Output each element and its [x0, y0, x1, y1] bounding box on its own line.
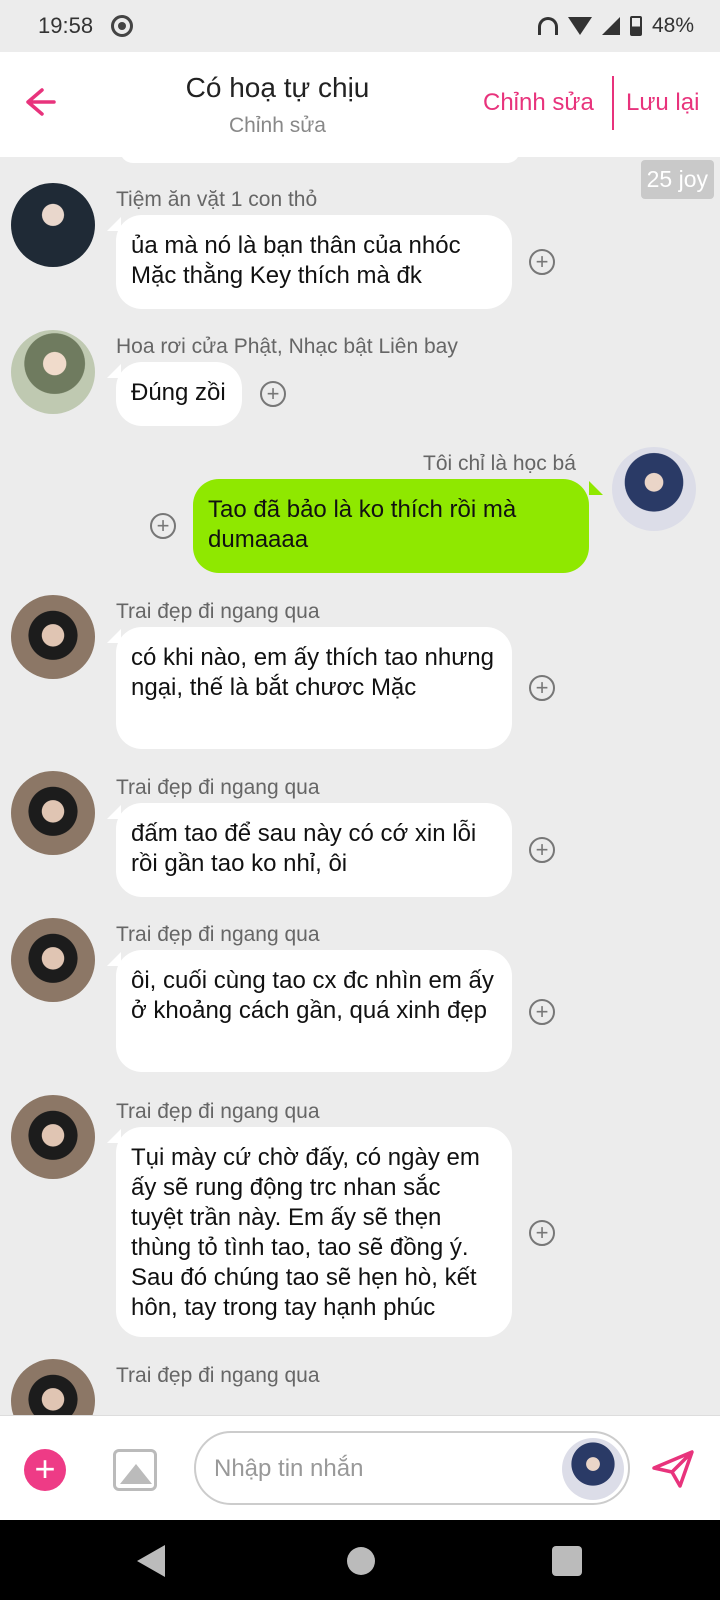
composer-bar: + Nhập tin nhắn — [0, 1415, 720, 1520]
add-button[interactable]: + — [24, 1449, 66, 1491]
headphones-icon — [537, 17, 558, 35]
message-bubble[interactable]: ôi, cuối cùng tao cx đc nhìn em ấy ở kho… — [116, 950, 512, 1072]
avatar[interactable] — [11, 595, 95, 679]
add-reaction-icon[interactable]: + — [260, 381, 286, 407]
image-icon[interactable] — [113, 1449, 157, 1491]
chat-header: Có hoạ tự chịu Chỉnh sửa Chỉnh sửa Lưu l… — [0, 52, 720, 157]
avatar[interactable] — [11, 1359, 95, 1415]
bubble-tail — [589, 481, 603, 495]
message-input-placeholder: Nhập tin nhắn — [214, 1455, 364, 1482]
message-bubble[interactable]: có khi nào, em ấy thích tao nhưng ngại, … — [116, 627, 512, 749]
status-bar: 19:58 48% — [0, 0, 720, 52]
page-subtitle: Chỉnh sửa — [229, 114, 326, 137]
add-reaction-icon[interactable]: + — [529, 675, 555, 701]
header-divider — [612, 76, 614, 130]
save-button[interactable]: Lưu lại — [626, 89, 699, 117]
add-reaction-icon[interactable]: + — [529, 249, 555, 275]
nav-home-icon[interactable] — [347, 1547, 375, 1575]
cell-signal-icon — [601, 17, 620, 35]
add-reaction-icon[interactable]: + — [529, 999, 555, 1025]
avatar[interactable] — [11, 918, 95, 1002]
sender-name: Hoa rơi cửa Phật, Nhạc bật Liên bay — [116, 335, 458, 358]
avatar[interactable] — [612, 447, 696, 531]
mountain-shape — [120, 1464, 152, 1484]
avatar[interactable] — [11, 183, 95, 267]
message-bubble[interactable]: Tụi mày cứ chờ đấy, có ngày em ấy sẽ run… — [116, 1127, 512, 1337]
battery-percent: 48% — [651, 14, 694, 37]
sender-name: Tiệm ăn vặt 1 con thỏ — [116, 188, 318, 211]
sender-name: Trai đẹp đi ngang qua — [116, 1100, 320, 1123]
nav-back-icon[interactable] — [137, 1545, 165, 1577]
add-reaction-icon[interactable]: + — [529, 837, 555, 863]
status-right: 48% — [537, 14, 694, 38]
wifi-icon — [567, 17, 592, 35]
message-bubble[interactable]: ủa mà nó là bạn thân của nhóc Mặc thằng … — [116, 215, 512, 309]
page-title: Có hoạ tự chịu — [185, 72, 370, 103]
edit-button[interactable]: Chỉnh sửa — [483, 89, 594, 117]
battery-icon — [629, 16, 642, 36]
message-input[interactable]: Nhập tin nhắn — [194, 1431, 630, 1505]
character-avatar-selector[interactable] — [562, 1438, 624, 1500]
sender-name: Trai đẹp đi ngang qua — [116, 923, 320, 946]
eye-icon — [111, 15, 134, 37]
status-time: 19:58 — [38, 13, 94, 38]
joy-badge: 25 joy — [640, 160, 714, 199]
previous-bubble-edge — [120, 157, 520, 163]
sender-name: Tôi chỉ là học bá — [423, 452, 576, 475]
message-bubble[interactable]: Tao đã bảo là ko thích rồi mà dumaaaa — [193, 479, 589, 573]
sender-name: Trai đẹp đi ngang qua — [116, 600, 320, 623]
send-icon[interactable] — [650, 1446, 696, 1492]
back-arrow-icon[interactable] — [22, 84, 62, 124]
chat-list[interactable]: 25 joy Tiệm ăn vặt 1 con thỏ ủa mà nó là… — [0, 157, 720, 1415]
message-bubble[interactable]: Đúng zồi — [116, 362, 242, 426]
system-nav-bar — [0, 1520, 720, 1600]
nav-recents-icon[interactable] — [552, 1546, 582, 1576]
sender-name: Trai đẹp đi ngang qua — [116, 776, 320, 799]
avatar[interactable] — [11, 330, 95, 414]
avatar[interactable] — [11, 771, 95, 855]
sender-name: Trai đẹp đi ngang qua — [116, 1364, 320, 1387]
message-bubble[interactable]: đấm tao để sau này có cớ xin lỗi rồi gần… — [116, 803, 512, 897]
avatar[interactable] — [11, 1095, 95, 1179]
add-reaction-icon[interactable]: + — [529, 1220, 555, 1246]
add-reaction-icon[interactable]: + — [150, 513, 176, 539]
